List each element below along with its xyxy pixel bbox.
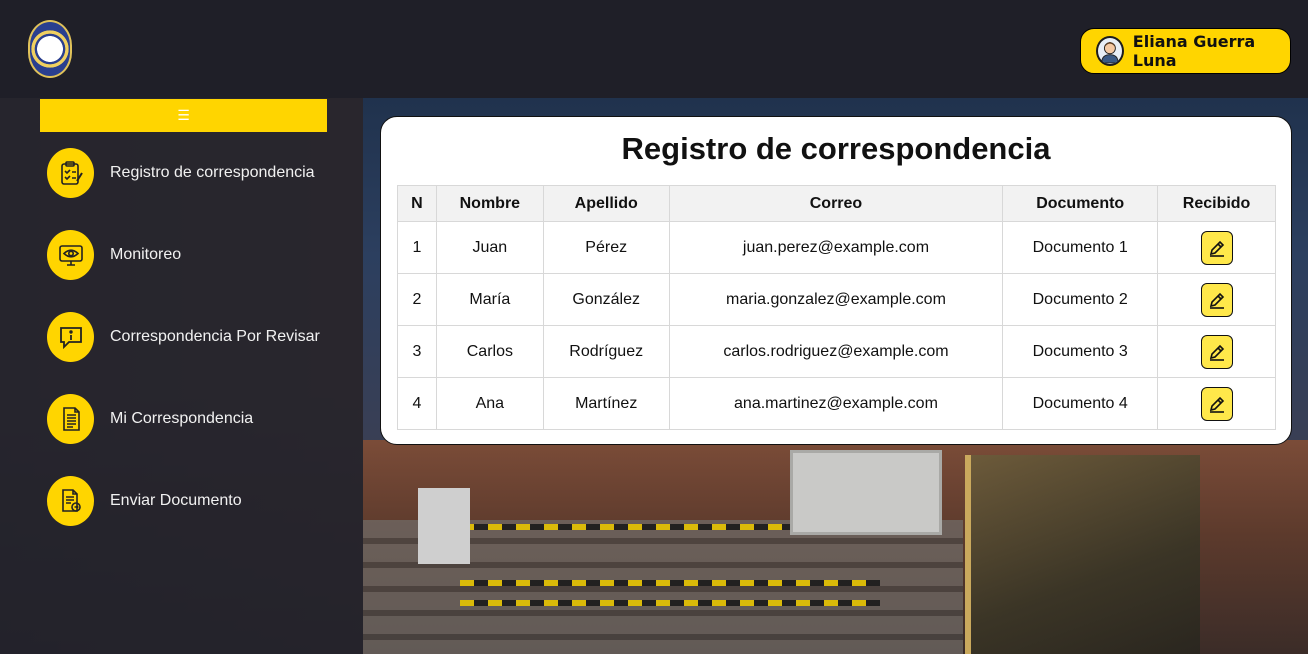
sidebar-item-label: Monitoreo (110, 246, 182, 263)
column-header: Correo (668, 185, 1004, 222)
table-row: 4 Ana Martínez ana.martinez@example.com … (397, 377, 1276, 430)
cell-number: 4 (397, 377, 437, 430)
cell-number: 3 (397, 325, 437, 378)
sidebar-item-label: Correspondencia Por Revisar (110, 328, 320, 345)
edit-button[interactable] (1200, 386, 1233, 421)
column-header: Documento (1002, 185, 1159, 222)
info-bubble-icon (47, 312, 94, 362)
edit-button[interactable] (1200, 282, 1233, 317)
cell-documento: Documento 2 (1002, 273, 1159, 326)
cell-apellido: Rodríguez (542, 325, 670, 378)
user-name: Eliana Guerra Luna (1132, 32, 1256, 70)
hamburger-icon: ☰ (177, 107, 190, 123)
sidebar-item-por-revisar[interactable]: Correspondencia Por Revisar (47, 312, 347, 362)
column-header: Nombre (435, 185, 544, 222)
page-title: Registro de correspondencia (621, 131, 1051, 166)
sidebar-item-label: Registro de correspondencia (110, 164, 315, 181)
edit-button[interactable] (1200, 334, 1233, 369)
menu-toggle-button[interactable]: ☰ (40, 99, 327, 132)
background-poster (418, 488, 470, 564)
cell-recibido (1157, 273, 1276, 326)
column-header: Apellido (542, 185, 670, 222)
cell-recibido (1157, 221, 1276, 274)
cell-number: 1 (397, 221, 437, 274)
cell-apellido: Martínez (542, 377, 670, 430)
cell-recibido (1157, 325, 1276, 378)
user-profile-button[interactable]: Eliana Guerra Luna (1080, 28, 1291, 74)
app-root: Eliana Guerra Luna ☰ Registro de corresp… (0, 0, 1308, 654)
sidebar-item-mi-correspondencia[interactable]: Mi Correspondencia (47, 394, 347, 444)
sidebar-item-label: Enviar Documento (110, 492, 242, 509)
monitor-eye-icon (47, 230, 94, 280)
table-row: 2 María González maria.gonzalez@example.… (397, 273, 1276, 326)
cell-apellido: Pérez (542, 221, 670, 274)
cell-nombre: Carlos (435, 325, 544, 378)
pencil-icon (1209, 292, 1224, 309)
cell-documento: Documento 1 (1002, 221, 1159, 274)
registro-card: Registro de correspondencia N Nombre Ape… (380, 116, 1292, 445)
column-header: N (397, 185, 437, 222)
cell-correo: maria.gonzalez@example.com (668, 273, 1004, 326)
cell-nombre: Ana (435, 377, 544, 430)
pencil-icon (1209, 344, 1224, 361)
cell-correo: carlos.rodriguez@example.com (668, 325, 1004, 378)
registro-table: N Nombre Apellido Correo Documento Recib… (397, 185, 1276, 430)
background-stripe (460, 600, 880, 606)
cell-documento: Documento 4 (1002, 377, 1159, 430)
background-stripe (460, 580, 880, 586)
sidebar-item-enviar-documento[interactable]: Enviar Documento (47, 476, 347, 526)
cell-nombre: Juan (435, 221, 544, 274)
sidebar-item-monitoreo[interactable]: Monitoreo (47, 230, 347, 280)
top-header: Eliana Guerra Luna (0, 0, 1308, 98)
cell-correo: juan.perez@example.com (668, 221, 1004, 274)
column-header: Recibido (1157, 185, 1276, 222)
pencil-icon (1209, 396, 1224, 413)
cell-nombre: María (435, 273, 544, 326)
edit-button[interactable] (1200, 230, 1233, 265)
background-glass-door (965, 455, 1200, 654)
sidebar-item-label: Mi Correspondencia (110, 410, 254, 427)
background-notice-board (790, 450, 942, 535)
university-logo (28, 20, 72, 78)
cell-apellido: González (542, 273, 670, 326)
document-send-icon (47, 476, 94, 526)
user-avatar-icon (1096, 36, 1124, 66)
sidebar-item-registro[interactable]: Registro de correspondencia (47, 148, 347, 198)
document-lines-icon (47, 394, 94, 444)
clipboard-check-icon (47, 148, 94, 198)
table-row: 1 Juan Pérez juan.perez@example.com Docu… (397, 221, 1276, 274)
cell-number: 2 (397, 273, 437, 326)
cell-documento: Documento 3 (1002, 325, 1159, 378)
table-row: 3 Carlos Rodríguez carlos.rodriguez@exam… (397, 325, 1276, 378)
pencil-icon (1209, 240, 1224, 257)
table-header-row: N Nombre Apellido Correo Documento Recib… (397, 185, 1276, 222)
cell-correo: ana.martinez@example.com (668, 377, 1004, 430)
cell-recibido (1157, 377, 1276, 430)
sidebar: ☰ Registro de correspondencia Monitoreo … (0, 98, 363, 654)
